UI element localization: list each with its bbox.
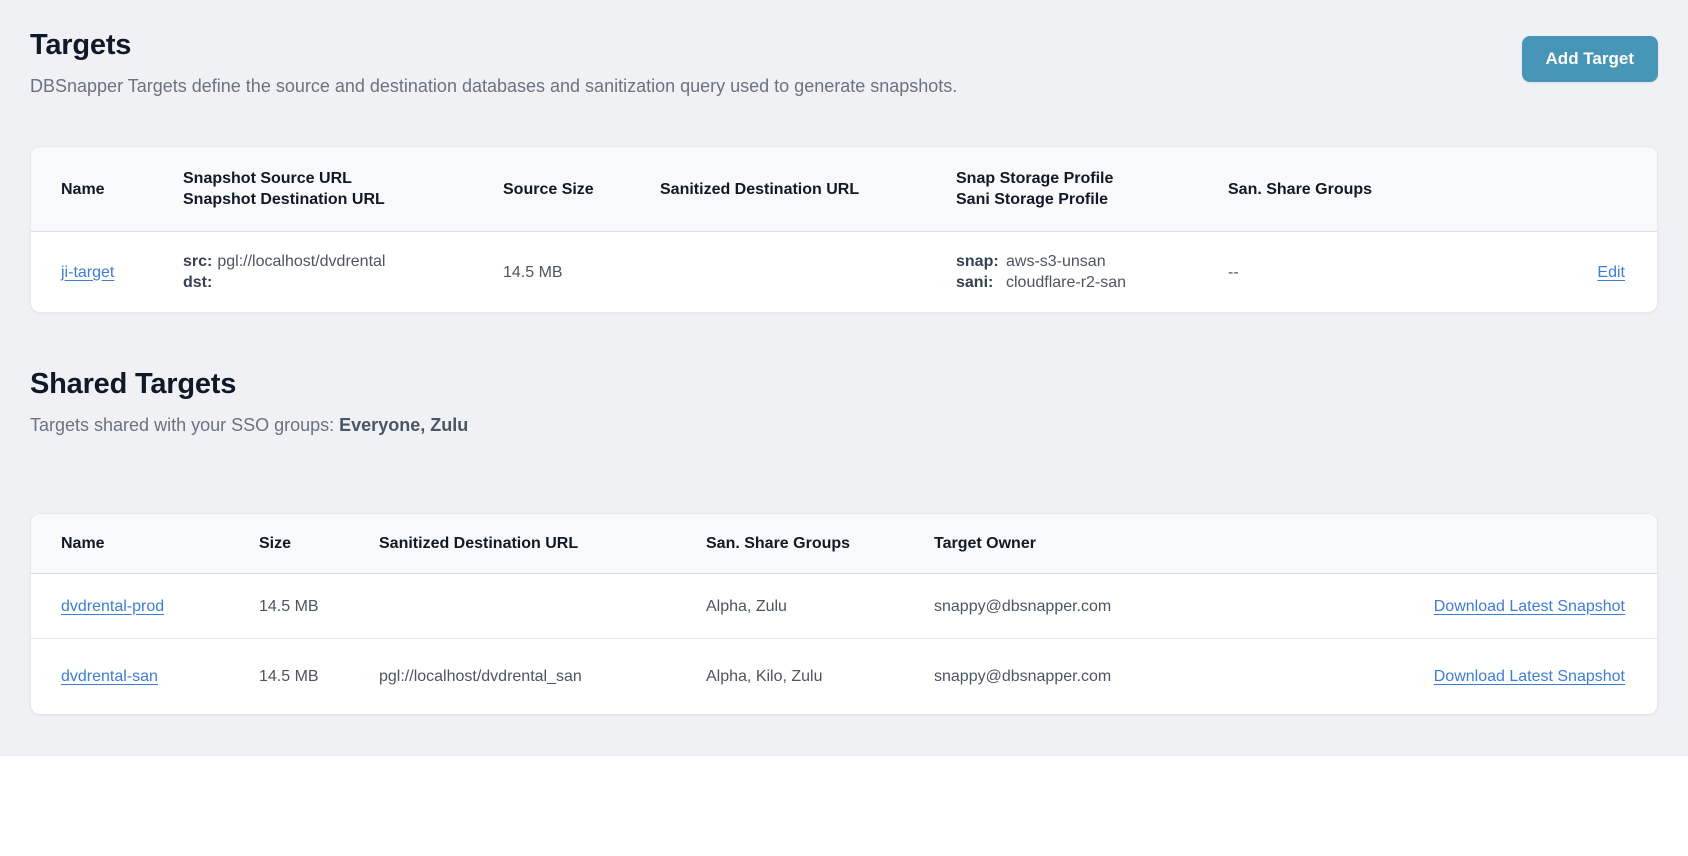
share-groups-cell: Alpha, Kilo, Zulu	[706, 638, 934, 714]
column-header-source-size: Source Size	[503, 147, 660, 232]
column-header-source-dest-url: Snapshot Source URL Snapshot Destination…	[183, 147, 503, 232]
table-row: dvdrental-san 14.5 MB pgl://localhost/dv…	[31, 638, 1657, 714]
src-label: src:	[183, 253, 213, 270]
sani-label: sani:	[956, 274, 994, 291]
snap-value: aws-s3-unsan	[1006, 253, 1106, 270]
targets-table-header-row: Name Snapshot Source URL Snapshot Destin…	[31, 147, 1657, 232]
shared-description-prefix: Targets shared with your SSO groups:	[30, 415, 340, 435]
target-owner-cell: snappy@dbsnapper.com	[934, 638, 1234, 714]
source-dest-url-cell: src: pgl://localhost/dvdrental dst:	[183, 232, 503, 312]
download-latest-snapshot-link[interactable]: Download Latest Snapshot	[1434, 668, 1625, 685]
column-header-share-groups: San. Share Groups	[706, 514, 934, 574]
column-header-sanitized-destination-url: Sanitized Destination URL	[379, 514, 706, 574]
targets-table: Name Snapshot Source URL Snapshot Destin…	[31, 147, 1657, 312]
target-name-link[interactable]: ji-target	[61, 264, 114, 281]
sanitized-destination-url-cell: pgl://localhost/dvdrental_san	[379, 638, 706, 714]
size-cell: 14.5 MB	[259, 638, 379, 714]
sanitized-destination-url-cell	[379, 574, 706, 638]
column-header-size: Size	[259, 514, 379, 574]
targets-table-card: Name Snapshot Source URL Snapshot Destin…	[30, 146, 1658, 313]
target-owner-cell: snappy@dbsnapper.com	[934, 597, 1112, 615]
sani-value: cloudflare-r2-san	[1006, 274, 1127, 291]
shared-table-header-row: Name Size Sanitized Destination URL San.…	[31, 514, 1657, 574]
target-name-cell: dvdrental-prod	[31, 574, 259, 638]
actions-cell: Download Latest Snapshot	[1234, 638, 1657, 714]
table-row: ji-target src: pgl://localhost/dvdrental …	[31, 232, 1657, 312]
column-header-name: Name	[31, 514, 259, 574]
column-header-actions	[1474, 147, 1657, 232]
table-row: dvdrental-prod 14.5 MB Alpha, Zulu snapp…	[31, 574, 1657, 638]
column-header-share-groups: San. Share Groups	[1228, 147, 1474, 232]
shared-target-name-link[interactable]: dvdrental-san	[61, 668, 158, 685]
column-header-target-owner: Target Owner	[934, 514, 1234, 574]
snap-label: snap:	[956, 253, 999, 270]
share-groups-cell: Alpha, Zulu	[706, 597, 787, 615]
shared-targets-table-card: Name Size Sanitized Destination URL San.…	[30, 513, 1658, 715]
column-header-name: Name	[31, 147, 183, 232]
download-latest-snapshot-link[interactable]: Download Latest Snapshot	[1434, 598, 1625, 615]
shared-targets-table: Name Size Sanitized Destination URL San.…	[31, 514, 1657, 714]
page-title: Targets	[30, 29, 132, 61]
targets-heading-block: Targets DBSnapper Targets define the sou…	[30, 28, 957, 98]
add-target-button[interactable]: Add Target	[1521, 36, 1658, 82]
shared-description-groups: Everyone, Zulu	[339, 415, 469, 435]
column-header-storage-profiles: Snap Storage Profile Sani Storage Profil…	[956, 147, 1228, 232]
column-header-sanitized-destination-url: Sanitized Destination URL	[660, 147, 956, 232]
targets-page: Targets DBSnapper Targets define the sou…	[0, 0, 1688, 756]
actions-cell: Download Latest Snapshot	[1234, 574, 1657, 638]
src-value: pgl://localhost/dvdrental	[217, 253, 386, 270]
shared-targets-title: Shared Targets	[30, 368, 237, 400]
source-size-cell: 14.5 MB	[503, 263, 563, 281]
target-name-cell: ji-target	[31, 232, 183, 312]
column-header-actions	[1234, 514, 1657, 574]
size-cell: 14.5 MB	[259, 597, 319, 615]
sanitized-destination-url-cell	[660, 232, 956, 312]
shared-target-name-link[interactable]: dvdrental-prod	[61, 598, 164, 615]
shared-targets-description: Targets shared with your SSO groups: Eve…	[30, 413, 1658, 437]
share-groups-cell: --	[1228, 263, 1239, 281]
dst-label: dst:	[183, 274, 213, 291]
page-description: DBSnapper Targets define the source and …	[30, 76, 958, 96]
storage-profiles-cell: snap: aws-s3-unsan sani: cloudflare-r2-san	[956, 232, 1228, 312]
edit-link[interactable]: Edit	[1597, 264, 1625, 281]
targets-section-header: Targets DBSnapper Targets define the sou…	[30, 28, 1658, 98]
target-name-cell: dvdrental-san	[31, 638, 259, 714]
actions-cell: Edit	[1474, 232, 1657, 312]
